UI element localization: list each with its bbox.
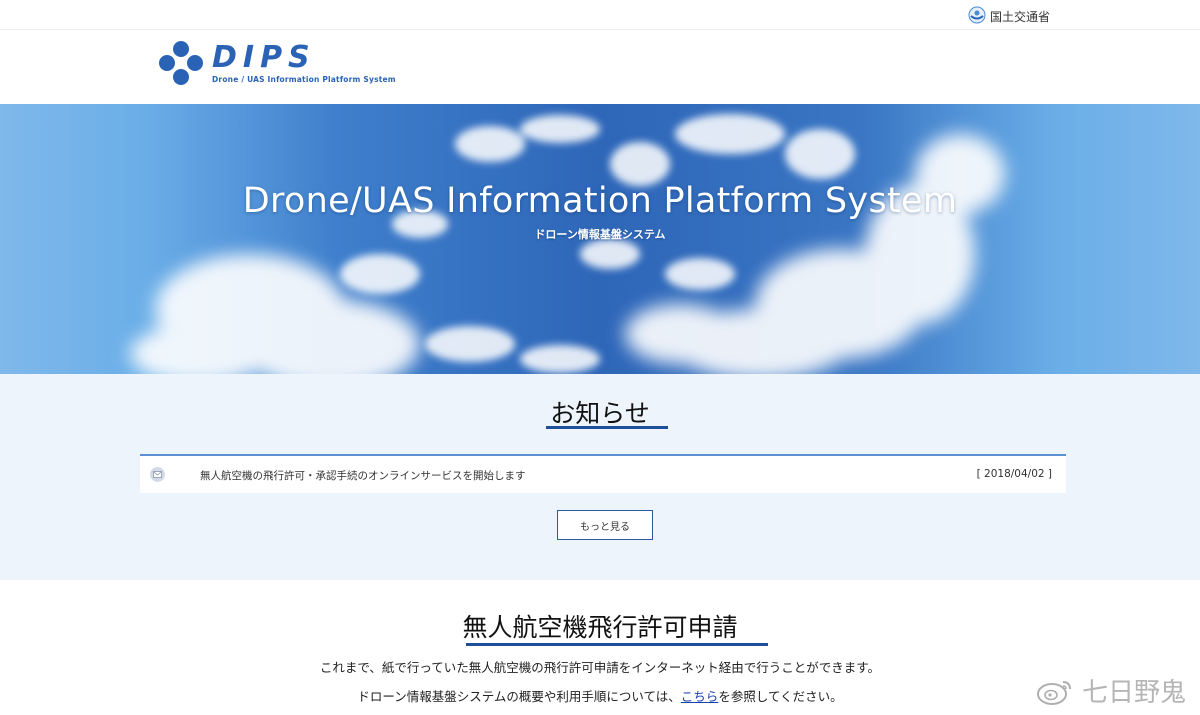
news-item-text: 無人航空機の飛行許可・承認手続のオンラインサービスを開始します [200,470,526,482]
watermark: 七日野鬼 [1036,672,1186,709]
news-item-date: [ 2018/04/02 ] [976,468,1052,480]
ministry-link[interactable]: 国土交通省 [968,6,1050,27]
application-section: 無人航空機飛行許可申請 これまで、紙で行っていた無人航空機の飛行許可申請をインタ… [0,580,1200,715]
site-header: DIPS Drone / UAS Information Platform Sy… [0,30,1200,104]
application-heading: 無人航空機飛行許可申請 [462,613,738,642]
logo-word: DIPS [212,39,316,75]
news-heading-underline [546,426,668,429]
news-list-item[interactable]: 無人航空機の飛行許可・承認手続のオンラインサービスを開始します [ 2018/0… [140,454,1066,493]
guide-text-before: ドローン情報基盤システムの概要や利用手順については、 [357,689,681,704]
hero-title: Drone/UAS Information Platform System [242,181,958,221]
watermark-text: 七日野鬼 [1081,678,1186,708]
news-heading: お知らせ [550,399,650,428]
dips-logo[interactable]: DIPS Drone / UAS Information Platform Sy… [158,40,396,86]
ministry-logo-icon [968,6,986,27]
application-heading-underline [466,643,768,646]
mail-icon [150,467,165,482]
application-guide-text: ドローン情報基盤システムの概要や利用手順については、こちらを参照してください。 [0,686,1200,705]
weibo-icon [1036,680,1071,705]
application-description: これまで、紙で行っていた無人航空機の飛行許可申請をインターネット経由で行うことが… [319,660,881,675]
dips-logo-mark-icon [159,41,203,85]
hero-subtitle: ドローン情報基盤システム [534,228,666,241]
top-bar: 国土交通省 [0,0,1200,30]
news-section: お知らせ 無人航空機の飛行許可・承認手続のオンラインサービスを開始します [ 2… [0,374,1200,580]
guide-text-after: を参照してください。 [718,689,843,704]
ministry-label: 国土交通省 [989,10,1050,24]
logo-subtitle: Drone / UAS Information Platform System [212,74,396,84]
guide-link[interactable]: こちら [681,689,719,704]
hero-banner: Drone/UAS Information Platform System ドロ… [0,104,1200,374]
more-news-button[interactable]: もっと見る [557,510,653,540]
